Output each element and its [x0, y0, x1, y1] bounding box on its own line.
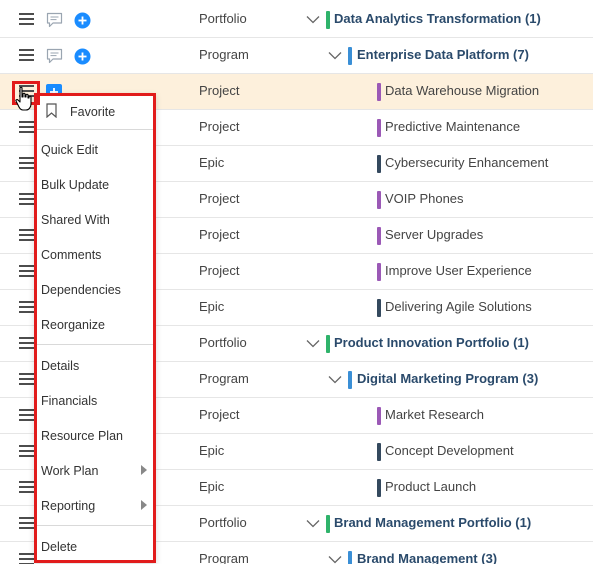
item-type: Portfolio	[199, 11, 247, 26]
item-type: Program	[199, 551, 249, 564]
item-name[interactable]: Digital Marketing Program (3)	[357, 371, 538, 386]
item-type-color-bar	[377, 299, 381, 317]
item-type-color-bar	[348, 371, 352, 389]
item-type-color-bar	[377, 263, 381, 281]
menu-item-comments[interactable]: Comments	[41, 248, 101, 262]
item-name[interactable]: Brand Management Portfolio (1)	[334, 515, 531, 530]
item-name[interactable]: Brand Management (3)	[357, 551, 497, 564]
hamburger-icon[interactable]	[19, 409, 34, 422]
menu-item-dependencies[interactable]: Dependencies	[41, 283, 121, 297]
hamburger-icon[interactable]	[19, 265, 34, 278]
item-type: Epic	[199, 443, 225, 458]
item-name[interactable]: Server Upgrades	[385, 227, 483, 242]
menu-item-resource-plan[interactable]: Resource Plan	[41, 429, 123, 443]
add-circle-icon[interactable]	[74, 48, 91, 65]
item-type: Epic	[199, 155, 225, 170]
hamburger-icon[interactable]	[19, 157, 34, 170]
item-type: Program	[199, 47, 249, 62]
item-name[interactable]: Concept Development	[385, 443, 514, 458]
bookmark-icon	[46, 103, 57, 118]
item-name[interactable]: Cybersecurity Enhancement	[385, 155, 548, 170]
item-type: Project	[199, 227, 240, 242]
item-type-color-bar	[326, 11, 330, 29]
chevron-down-icon[interactable]	[306, 15, 320, 24]
menu-item-financials[interactable]: Financials	[41, 394, 97, 408]
item-type: Program	[199, 371, 249, 386]
item-type-color-bar	[377, 407, 381, 425]
menu-item-reporting[interactable]: Reporting	[41, 499, 95, 513]
item-type-color-bar	[377, 83, 381, 101]
item-type: Project	[199, 83, 240, 98]
menu-item-work-plan[interactable]: Work Plan	[41, 464, 98, 478]
item-name[interactable]: Market Research	[385, 407, 484, 422]
item-name[interactable]: Delivering Agile Solutions	[385, 299, 532, 314]
chevron-down-icon[interactable]	[328, 51, 342, 60]
hamburger-icon[interactable]	[19, 517, 34, 530]
item-name[interactable]: VOIP Phones	[385, 191, 464, 206]
item-type: Epic	[199, 299, 225, 314]
hamburger-icon[interactable]	[19, 121, 34, 134]
add-circle-icon[interactable]	[74, 12, 91, 29]
menu-item-reorganize[interactable]: Reorganize	[41, 318, 105, 332]
hamburger-icon[interactable]	[19, 49, 34, 62]
row-context-menu: Favorite Quick Edit Bulk Update Shared W…	[34, 93, 156, 563]
item-type-color-bar	[377, 191, 381, 209]
item-name[interactable]: Data Warehouse Migration	[385, 83, 539, 98]
menu-item-delete[interactable]: Delete	[41, 540, 77, 554]
item-name[interactable]: Improve User Experience	[385, 263, 532, 278]
item-type: Project	[199, 191, 240, 206]
hamburger-icon[interactable]	[19, 481, 34, 494]
comment-icon[interactable]	[46, 48, 63, 64]
menu-item-shared-with[interactable]: Shared With	[41, 213, 110, 227]
menu-item-favorite[interactable]: Favorite	[70, 105, 115, 119]
hand-pointer-icon	[15, 86, 32, 111]
item-type: Portfolio	[199, 515, 247, 530]
item-type: Portfolio	[199, 335, 247, 350]
item-type-color-bar	[377, 479, 381, 497]
item-type: Project	[199, 263, 240, 278]
item-name[interactable]: Data Analytics Transformation (1)	[334, 11, 541, 26]
item-name[interactable]: Predictive Maintenance	[385, 119, 520, 134]
hamburger-icon[interactable]	[19, 193, 34, 206]
hamburger-icon[interactable]	[19, 373, 34, 386]
item-name[interactable]: Product Innovation Portfolio (1)	[334, 335, 529, 350]
chevron-down-icon[interactable]	[328, 555, 342, 564]
table-row[interactable]: Program Enterprise Data Platform (7)	[0, 38, 593, 74]
chevron-down-icon[interactable]	[306, 519, 320, 528]
menu-divider	[37, 129, 153, 130]
comment-icon[interactable]	[46, 12, 63, 28]
menu-item-quick-edit[interactable]: Quick Edit	[41, 143, 98, 157]
caret-right-icon	[141, 500, 147, 510]
item-type-color-bar	[348, 47, 352, 65]
menu-divider	[37, 344, 153, 345]
item-type-color-bar	[348, 551, 352, 564]
item-type-color-bar	[377, 227, 381, 245]
item-type: Project	[199, 119, 240, 134]
item-type-color-bar	[377, 443, 381, 461]
hamburger-icon[interactable]	[19, 445, 34, 458]
item-type-color-bar	[326, 335, 330, 353]
hamburger-icon[interactable]	[19, 301, 34, 314]
chevron-down-icon[interactable]	[306, 339, 320, 348]
item-type: Epic	[199, 479, 225, 494]
hamburger-icon[interactable]	[19, 229, 34, 242]
item-type-color-bar	[326, 515, 330, 533]
item-type-color-bar	[377, 155, 381, 173]
item-name[interactable]: Product Launch	[385, 479, 476, 494]
menu-item-bulk-update[interactable]: Bulk Update	[41, 178, 109, 192]
menu-item-details[interactable]: Details	[41, 359, 79, 373]
hamburger-icon[interactable]	[19, 13, 34, 26]
chevron-down-icon[interactable]	[328, 375, 342, 384]
item-type: Project	[199, 407, 240, 422]
hamburger-icon[interactable]	[19, 337, 34, 350]
caret-right-icon	[141, 465, 147, 475]
table-row[interactable]: Portfolio Data Analytics Transformation (…	[0, 2, 593, 38]
hamburger-icon[interactable]	[19, 553, 34, 564]
item-name[interactable]: Enterprise Data Platform (7)	[357, 47, 529, 62]
item-type-color-bar	[377, 119, 381, 137]
menu-divider	[37, 525, 153, 526]
